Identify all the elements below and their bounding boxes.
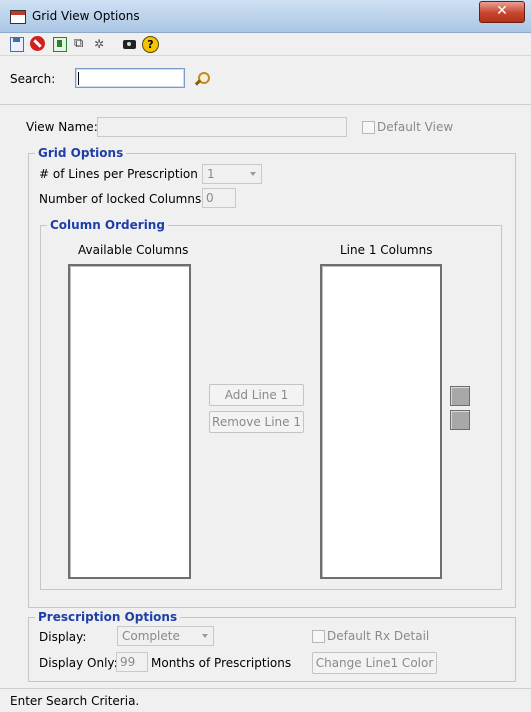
column-ordering-legend: Column Ordering [50, 218, 165, 232]
search-label: Search: [10, 72, 56, 86]
available-columns-list[interactable] [68, 264, 191, 579]
months-label: Months of Prescriptions [151, 656, 292, 670]
default-rx-detail-label: Default Rx Detail [327, 629, 430, 643]
formula-icon[interactable]: ✲ [94, 36, 110, 52]
view-name-label: View Name: [26, 120, 98, 134]
default-rx-detail-checkbox[interactable] [312, 630, 325, 643]
chevron-down-icon [202, 634, 208, 638]
months-input[interactable]: 99 [116, 652, 148, 672]
prescription-options-group: Prescription Options [28, 610, 516, 682]
find-icon[interactable]: ⧉ [74, 36, 90, 52]
default-view-checkbox[interactable] [362, 121, 375, 134]
title-bar[interactable]: Grid View Options ✕ [0, 0, 531, 33]
search-icon[interactable] [193, 71, 210, 89]
window-title: Grid View Options [32, 9, 140, 23]
cancel-icon[interactable] [30, 36, 45, 51]
status-text: Enter Search Criteria. [10, 694, 140, 708]
display-select-value: Complete [122, 629, 180, 643]
view-name-input[interactable] [97, 117, 347, 137]
add-line1-button[interactable]: Add Line 1 [209, 384, 304, 406]
camera-icon[interactable] [122, 36, 138, 52]
remove-line1-button[interactable]: Remove Line 1 [209, 411, 304, 433]
lines-per-prescription-select[interactable]: 1 [202, 164, 262, 184]
text-caret [78, 72, 79, 85]
lines-per-prescription-value: 1 [207, 167, 215, 181]
default-view-label: Default View [377, 120, 454, 134]
locked-columns-input[interactable]: 0 [202, 188, 236, 208]
line1-columns-header: Line 1 Columns [340, 243, 433, 257]
divider [0, 104, 531, 105]
move-up-button[interactable] [450, 386, 470, 406]
grid-view-options-window: Grid View Options ✕ ⧉ ✲ ? Search: View N… [0, 0, 531, 712]
grid-options-legend: Grid Options [38, 146, 124, 160]
close-button[interactable]: ✕ [479, 1, 525, 23]
display-only-label: Display Only: [39, 656, 118, 670]
display-label: Display: [39, 630, 87, 644]
status-bar: Enter Search Criteria. [0, 688, 531, 712]
available-columns-header: Available Columns [78, 243, 189, 257]
line1-columns-list[interactable] [320, 264, 442, 579]
locked-columns-label: Number of locked Columns: [39, 192, 206, 206]
help-icon[interactable]: ? [142, 36, 159, 53]
save-icon[interactable] [9, 36, 25, 52]
toolbar: ⧉ ✲ ? [0, 33, 531, 56]
chevron-down-icon [250, 172, 256, 176]
edit-icon[interactable] [52, 36, 68, 52]
lines-per-prescription-label: # of Lines per Prescription [39, 167, 198, 181]
app-icon [10, 10, 26, 24]
display-select[interactable]: Complete [117, 626, 214, 646]
search-input[interactable] [75, 68, 185, 88]
change-line1-color-button[interactable]: Change Line1 Color [312, 652, 437, 674]
prescription-options-legend: Prescription Options [38, 610, 178, 624]
move-down-button[interactable] [450, 410, 470, 430]
